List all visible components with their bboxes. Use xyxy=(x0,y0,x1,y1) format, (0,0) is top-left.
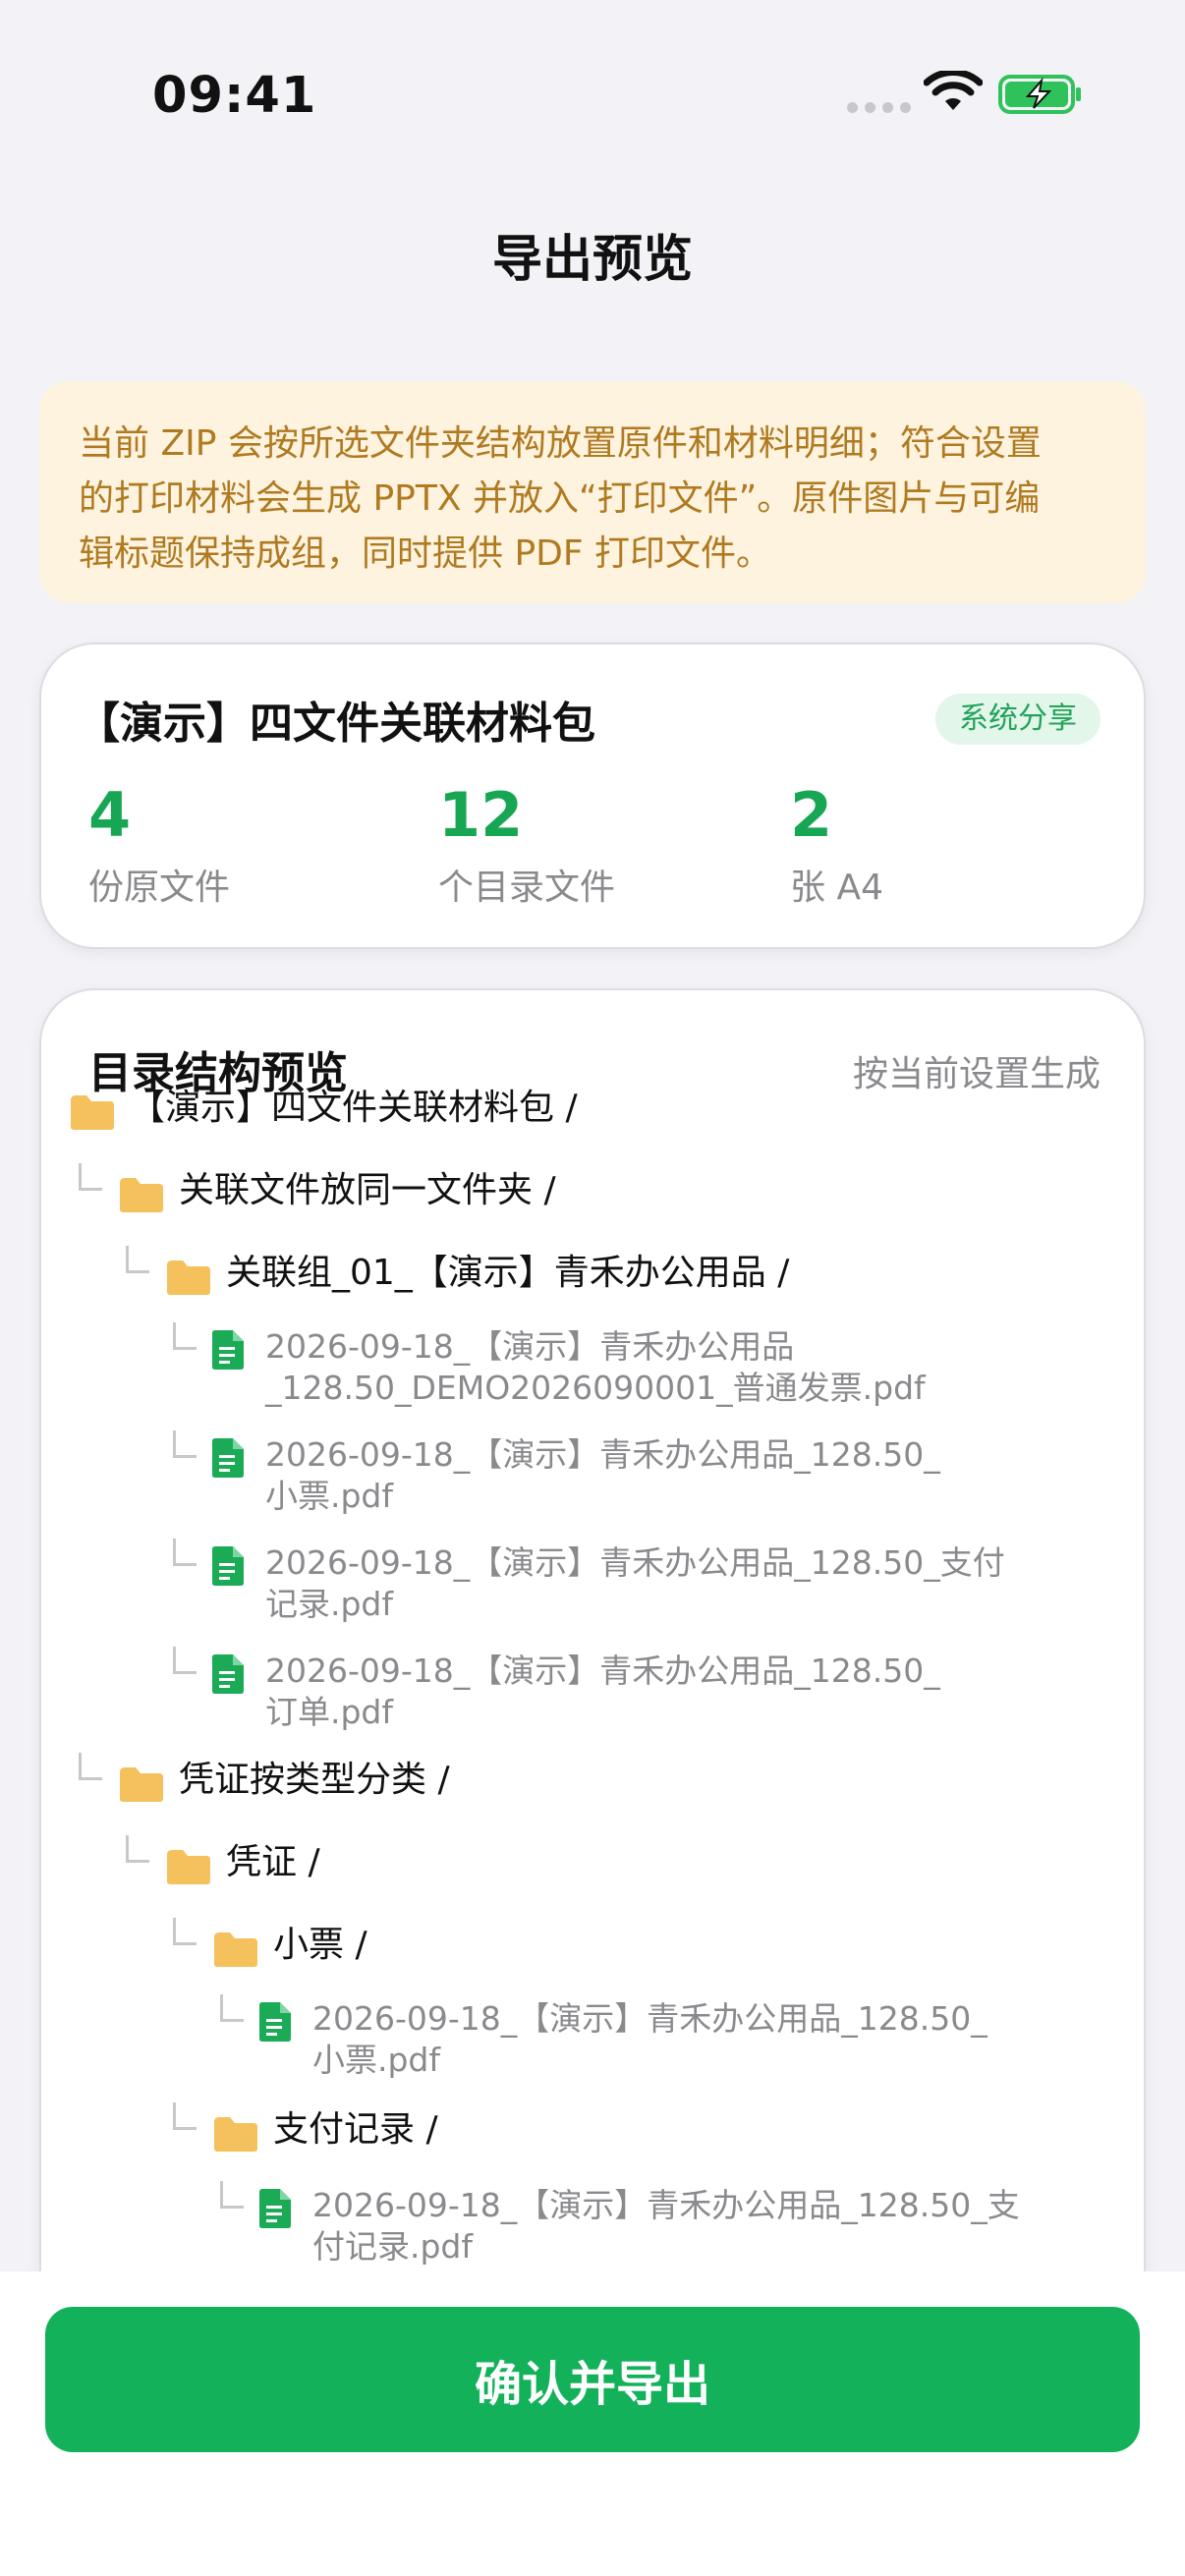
tree-connector xyxy=(126,1246,149,1273)
status-bar: 09:41 xyxy=(0,0,1185,187)
file-label-line: _128.50_DEMO2026090001_普通发票.pdf xyxy=(265,1369,926,1407)
tree-file-row: 2026-09-18_【演示】青禾办公用品 _128.50_DEMO2026090… xyxy=(212,1326,926,1409)
folder-icon xyxy=(69,1092,116,1132)
file-label: 2026-09-18_【演示】青禾办公用品_128.50_支付记录.pdf xyxy=(312,2185,1020,2268)
tree-folder-row: 凭证 / xyxy=(165,1839,320,1886)
package-title: 【演示】四文件关联材料包 xyxy=(77,699,595,749)
file-label-line: 2026-09-18_【演示】青禾办公用品_128.50_支付 xyxy=(265,1543,1005,1582)
folder-icon xyxy=(165,1258,212,1297)
battery-charging-icon xyxy=(998,75,1081,114)
stat-label: 份原文件 xyxy=(88,868,231,908)
file-label-line: 小票.pdf xyxy=(312,2041,441,2079)
tree-file-row: 2026-09-18_【演示】青禾办公用品_128.50_ 小票.pdf xyxy=(259,1998,988,2081)
tree-connector xyxy=(173,2102,197,2130)
file-label-line: 2026-09-18_【演示】青禾办公用品_128.50_ xyxy=(265,1435,940,1474)
file-label-line: 2026-09-18_【演示】青禾办公用品_128.50_ xyxy=(265,1652,940,1690)
tree-connector xyxy=(173,1430,197,1458)
tree-connector xyxy=(79,1163,102,1191)
document-icon xyxy=(212,1654,244,1694)
notice-line: 辑标题保持成组，同时提供 PDF 打印文件。 xyxy=(79,533,772,574)
tree-connector xyxy=(173,1322,197,1350)
bottom-action-bar: 确认并导出 xyxy=(0,2271,1185,2576)
file-label: 2026-09-18_【演示】青禾办公用品_128.50_ 小票.pdf xyxy=(312,1998,988,2081)
file-label-line: 付记录.pdf xyxy=(312,2227,474,2266)
stat-value: 12 xyxy=(438,779,524,851)
tree-folder-row: 凭证按类型分类 / xyxy=(118,1757,450,1804)
export-notice: 当前 ZIP 会按所选文件夹结构放置原件和材料明细；符合设置 的打印材料会生成 … xyxy=(39,381,1146,603)
tree-folder-row: 支付记录 / xyxy=(212,2106,438,2154)
document-icon xyxy=(212,1330,244,1370)
folder-label: 关联组_01_【演示】青禾办公用品 / xyxy=(226,1253,790,1293)
file-label-line: 订单.pdf xyxy=(265,1693,394,1731)
stat-a4-sheets: 2 张 A4 xyxy=(790,780,883,910)
document-icon xyxy=(259,2189,291,2228)
share-badge: 系统分享 xyxy=(935,694,1100,745)
folder-icon xyxy=(212,2114,259,2154)
tree-connector xyxy=(173,1918,197,1945)
tree-connector xyxy=(173,1647,197,1674)
file-label-line: 记录.pdf xyxy=(265,1585,394,1623)
confirm-export-button[interactable]: 确认并导出 xyxy=(45,2307,1140,2452)
tree-connector xyxy=(173,1539,197,1566)
package-summary-card: 【演示】四文件关联材料包 系统分享 4 份原文件 12 个目录文件 2 张 A4 xyxy=(39,643,1146,949)
cellular-signal-icon xyxy=(847,102,911,113)
document-icon xyxy=(212,1438,244,1478)
file-label: 2026-09-18_【演示】青禾办公用品 _128.50_DEMO2026090… xyxy=(265,1326,926,1409)
file-label-line: 2026-09-18_【演示】青禾办公用品 xyxy=(265,1327,795,1366)
tree-connector xyxy=(79,1753,102,1780)
stat-original-files: 4 份原文件 xyxy=(88,780,230,910)
document-icon xyxy=(259,2002,291,2042)
stat-value: 4 xyxy=(88,779,132,851)
tree-connector xyxy=(220,2181,244,2209)
tree-file-row: 2026-09-18_【演示】青禾办公用品_128.50_ 订单.pdf xyxy=(212,1651,940,1733)
tree-file-row: 2026-09-18_【演示】青禾办公用品_128.50_支付记录.pdf xyxy=(259,2185,1020,2268)
file-label-line: 2026-09-18_【演示】青禾办公用品_128.50_ xyxy=(312,1999,988,2038)
tree-connector xyxy=(220,1994,244,2022)
tree-folder-row: 小票 / xyxy=(212,1922,367,1969)
stat-label: 张 A4 xyxy=(790,868,883,908)
folder-label: 【演示】四文件关联材料包 / xyxy=(130,1088,578,1128)
directory-preview-hint: 按当前设置生成 xyxy=(852,1054,1100,1094)
tree-connector xyxy=(126,1835,149,1863)
document-icon xyxy=(212,1546,244,1586)
wifi-icon xyxy=(924,71,983,110)
folder-icon xyxy=(165,1847,212,1886)
tree-folder-row: 关联组_01_【演示】青禾办公用品 / xyxy=(165,1250,789,1297)
folder-icon xyxy=(118,1175,165,1214)
folder-label: 凭证按类型分类 / xyxy=(179,1760,450,1800)
tree-folder-row: 【演示】四文件关联材料包 / xyxy=(69,1085,578,1132)
stat-value: 2 xyxy=(790,779,833,851)
stat-label: 个目录文件 xyxy=(438,868,616,908)
notice-line: 当前 ZIP 会按所选文件夹结构放置原件和材料明细；符合设置 xyxy=(79,423,1042,464)
page-title: 导出预览 xyxy=(491,231,693,289)
folder-label: 小票 / xyxy=(273,1925,367,1965)
status-time: 09:41 xyxy=(152,67,317,125)
file-label: 2026-09-18_【演示】青禾办公用品_128.50_ 订单.pdf xyxy=(265,1651,940,1733)
tree-file-row: 2026-09-18_【演示】青禾办公用品_128.50_支付记录.pdf xyxy=(212,1542,1005,1625)
folder-label: 关联文件放同一文件夹 / xyxy=(179,1170,556,1210)
folder-label: 凭证 / xyxy=(226,1842,320,1882)
file-label-line: 2026-09-18_【演示】青禾办公用品_128.50_支 xyxy=(312,2186,1020,2224)
file-label-line: 小票.pdf xyxy=(265,1477,394,1515)
folder-icon xyxy=(118,1764,165,1804)
file-label: 2026-09-18_【演示】青禾办公用品_128.50_ 小票.pdf xyxy=(265,1434,940,1517)
file-label: 2026-09-18_【演示】青禾办公用品_128.50_支付记录.pdf xyxy=(265,1542,1005,1625)
folder-icon xyxy=(212,1930,259,1969)
tree-folder-row: 关联文件放同一文件夹 / xyxy=(118,1167,556,1214)
tree-file-row: 2026-09-18_【演示】青禾办公用品_128.50_ 小票.pdf xyxy=(212,1434,940,1517)
notice-line: 的打印材料会生成 PPTX 并放入“打印文件”。原件图片与可编 xyxy=(79,478,1041,519)
stat-directory-files: 12 个目录文件 xyxy=(438,780,615,910)
folder-label: 支付记录 / xyxy=(273,2109,438,2150)
